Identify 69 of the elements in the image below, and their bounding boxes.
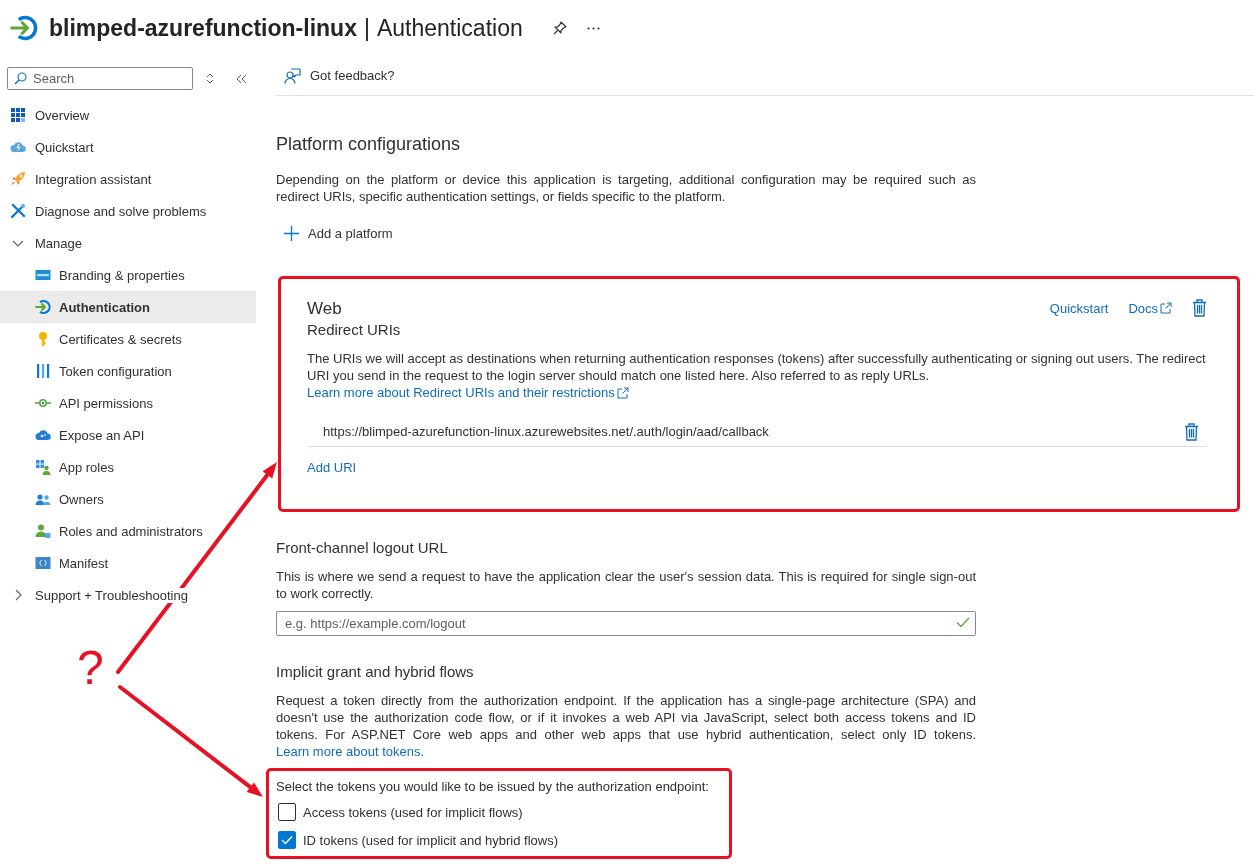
section-heading: Front-channel logout URL (276, 538, 449, 558)
sign-in-arrow-icon (35, 299, 51, 315)
nav-item[interactable]: Overview (0, 99, 256, 131)
sort-icon[interactable] (206, 73, 214, 84)
person-badge-icon (35, 523, 51, 539)
nav-item[interactable]: Integration assistant (0, 163, 256, 195)
section-heading: Implicit grant and hybrid flows (276, 662, 475, 682)
nav-item[interactable]: Authentication (0, 291, 256, 323)
add-uri-link[interactable]: Add URI (307, 458, 357, 478)
nav-item[interactable]: App roles (0, 451, 256, 483)
trash-icon[interactable] (1184, 422, 1199, 441)
tools-icon (10, 203, 26, 219)
card-icon (35, 267, 51, 283)
checkmark-icon (281, 835, 293, 845)
nav-item[interactable]: Certificates & secrets (0, 323, 256, 355)
redirect-uri: https://blimped-azurefunction-linux.azurewebsites.net/.auth/login/aad/callback (323, 424, 769, 439)
title-separator: | (363, 14, 370, 42)
section-heading: Platform configurations (276, 133, 462, 156)
nav-item[interactable]: Token configuration (0, 355, 256, 387)
card-subtitle: Redirect URIs (307, 320, 401, 340)
learn-more-link[interactable]: Learn more about Redirect URIs and their restrictions (307, 384, 629, 401)
checkbox-label[interactable]: Access tokens (used for implicit flows) (303, 804, 523, 820)
cloud-lightning-icon (10, 139, 26, 155)
more-icon[interactable] (586, 26, 600, 30)
external-link-icon (616, 386, 629, 399)
nav-item[interactable]: API permissions (0, 387, 256, 419)
search-icon (14, 72, 27, 85)
logout-url-field[interactable]: e.g. https://example.com/logout (276, 611, 976, 636)
question-mark: ? (77, 640, 104, 696)
nav-group[interactable]: Manage (0, 227, 256, 259)
trash-icon[interactable] (1192, 299, 1207, 317)
feedback-button[interactable]: Got feedback? (284, 67, 395, 84)
checkbox-label[interactable]: ID tokens (used for implicit and hybrid flows) (303, 832, 559, 848)
checkbox[interactable] (278, 831, 296, 849)
description-text: Request a token directly from the authorization endpoint. If the application has a single-page architecture (SPA) and doesn't use the authorization code flow, or if it invokes a web API via JavaScript, select both access tokens and ID tokens. For ASP.NET Core web apps and other web apps that use hybrid authentication, select only ID tokens. Learn more about tokens. (276, 692, 976, 760)
checkbox[interactable] (278, 803, 296, 821)
description-text: This is where we send a request to have the application clear the user's session data. This is required for single sign-out to work correctly. (276, 568, 976, 602)
search-field[interactable]: Search (7, 67, 193, 90)
grid-icon (10, 107, 26, 123)
collapse-icon[interactable] (236, 73, 247, 84)
plus-icon (284, 225, 299, 241)
learn-more-link[interactable]: Learn more about tokens. (276, 743, 425, 760)
nav-item[interactable]: Expose an API (0, 419, 256, 451)
nav-item[interactable]: Owners (0, 483, 256, 515)
page-title: Authentication (376, 14, 523, 42)
code-panel-icon (35, 555, 51, 571)
header-link[interactable]: Docs (1128, 300, 1172, 316)
resource-name: blimped-azurefunction-linux (49, 14, 357, 42)
header-link[interactable]: Quickstart (1049, 300, 1109, 316)
app-logo-icon (10, 14, 38, 42)
nav-item[interactable]: Diagnose and solve problems (0, 195, 256, 227)
rocket-icon (10, 171, 26, 187)
nav-item[interactable]: Quickstart (0, 131, 256, 163)
card-title: Web (307, 298, 343, 320)
nav-item[interactable]: Branding & properties (0, 259, 256, 291)
token-prompt: Select the tokens you would like to be issued by the authorization endpoint: (276, 778, 710, 795)
description-text: The URIs we will accept as destinations when returning authentication responses (tokens) after successfully authenticating or signing out users. The redirect URI you send in the request to the login server should match one listed here. Also referred to as reply URLs. Learn more about Redirect URIs and their restrictions (307, 350, 1207, 401)
bars-icon (35, 363, 51, 379)
nav-item[interactable]: Manifest (0, 547, 256, 579)
feedback-icon (284, 67, 301, 84)
add-platform-button[interactable]: Add a platform (284, 225, 393, 241)
cloud-icon (35, 427, 51, 443)
grid-person-icon (35, 459, 51, 475)
people-icon (35, 491, 51, 507)
external-link-icon (1160, 302, 1172, 314)
nav-group[interactable]: Support + Troubleshooting (0, 579, 256, 611)
pin-icon[interactable] (552, 21, 567, 35)
description-text: Depending on the platform or device this application is targeting, additional configuration may be required such as redirect URIs, specific authentication settings, or fields specific to the platform. (276, 171, 976, 205)
nav-item[interactable]: Roles and administrators (0, 515, 256, 547)
